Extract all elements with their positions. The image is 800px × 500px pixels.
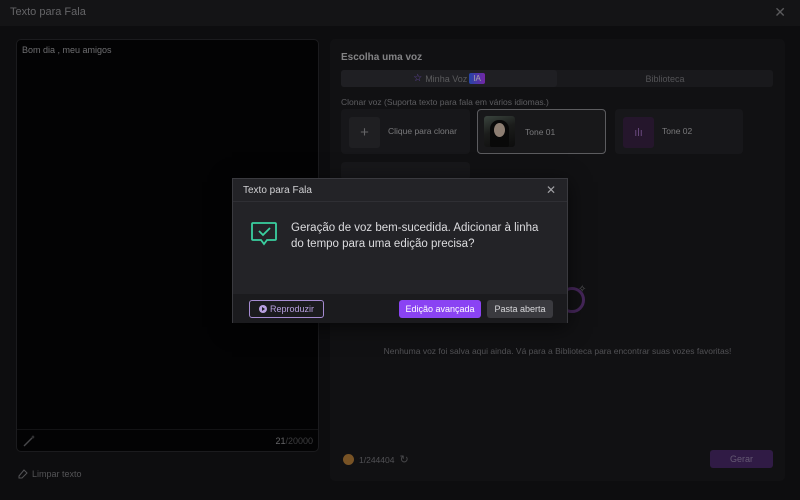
dialog-header: Texto para Fala ✕	[233, 179, 567, 202]
dialog-close-icon[interactable]: ✕	[546, 183, 556, 197]
success-dialog: Texto para Fala ✕ Geração de voz bem-suc…	[232, 178, 568, 323]
success-check-icon	[251, 222, 277, 246]
dialog-footer: Reproduzir Edição avançada Pasta aberta	[233, 294, 567, 323]
play-button-label: Reproduzir	[269, 304, 315, 314]
play-icon	[258, 305, 267, 313]
open-folder-button[interactable]: Pasta aberta	[487, 300, 553, 318]
play-button[interactable]: Reproduzir	[249, 300, 324, 318]
advanced-edit-button[interactable]: Edição avançada	[399, 300, 481, 318]
dialog-title: Texto para Fala	[243, 185, 312, 196]
dialog-message: Geração de voz bem-sucedida. Adicionar à…	[291, 222, 539, 250]
